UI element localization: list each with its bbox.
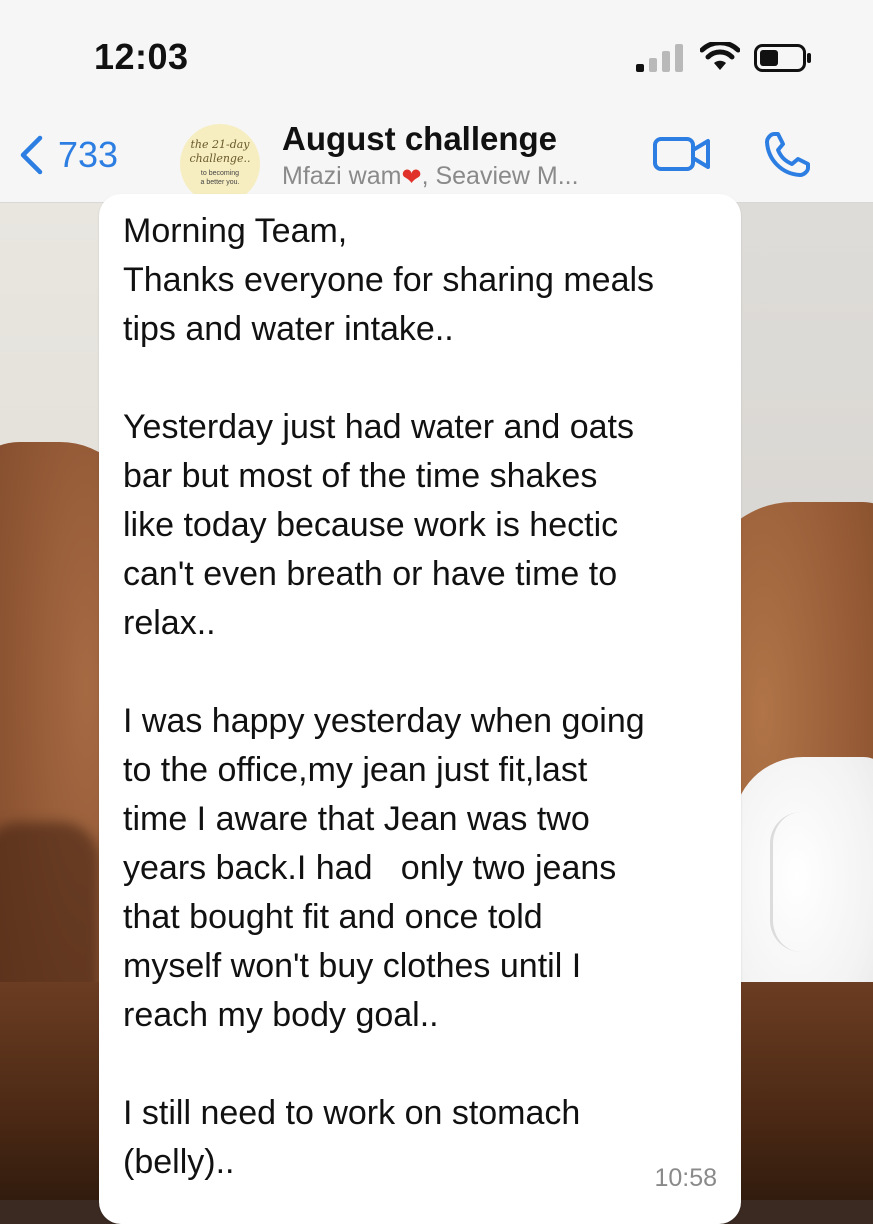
unread-count: 733 <box>58 134 119 175</box>
chevron-left-icon <box>20 135 43 175</box>
message-line: to the office,my jean just fit,last <box>123 751 588 789</box>
avatar-subtext-line2: a better you. <box>200 179 240 186</box>
message-line: myself won't buy clothes until I <box>123 947 582 985</box>
chat-title[interactable]: August challenge <box>282 120 557 158</box>
chat-header: 733 the 21-day challenge.. to becoming a… <box>0 110 873 204</box>
message-line: can't even breath or have time to <box>123 555 618 593</box>
subtitle-members-rest: , Seaview M... <box>421 162 579 190</box>
status-bar: 12:03 <box>0 0 873 110</box>
wallpaper-towel-fold <box>770 812 833 952</box>
chat-members-subtitle[interactable]: Mfazi wam❤, Seaview M... <box>282 162 579 192</box>
message-timestamp: 10:58 <box>654 1164 717 1192</box>
cellular-signal-icon <box>636 44 683 72</box>
wifi-icon <box>700 42 740 70</box>
message-line: Morning Team, <box>123 212 348 250</box>
avatar-subtext-line1: to becoming <box>200 170 240 177</box>
message-line: tips and water intake.. <box>123 310 454 348</box>
heart-emoji-icon: ❤ <box>401 164 422 191</box>
subtitle-member-1: Mfazi wam <box>282 162 402 190</box>
group-avatar[interactable]: the 21-day challenge.. to becoming a bet… <box>180 124 260 204</box>
message-line: time I aware that Jean was two <box>123 800 590 838</box>
message-line: Thanks everyone for sharing meals <box>123 261 655 299</box>
message-line: I was happy yesterday when going <box>123 702 645 740</box>
message-line: that bought fit and once told <box>123 898 543 936</box>
video-call-button[interactable] <box>652 134 712 174</box>
message-line: years back.I had only two jeans <box>123 849 617 887</box>
battery-icon <box>754 44 811 72</box>
voice-call-button[interactable] <box>762 130 812 180</box>
message-line: Yesterday just had water and oats <box>123 408 634 446</box>
message-bubble[interactable]: Morning Team, Thanks everyone for sharin… <box>99 194 741 1224</box>
avatar-text-line2: challenge.. <box>189 152 251 165</box>
message-line: like today because work is hectic <box>123 506 619 544</box>
back-button[interactable]: 733 <box>18 132 118 178</box>
message-line: reach my body goal.. <box>123 996 439 1034</box>
status-time: 12:03 <box>94 36 189 77</box>
video-call-icon <box>653 137 710 171</box>
message-line: I still need to work on stomach <box>123 1094 581 1132</box>
message-line: relax.. <box>123 604 216 642</box>
phone-icon <box>765 132 810 177</box>
avatar-text-line1: the 21-day <box>190 138 250 151</box>
message-line: (belly).. <box>123 1143 235 1181</box>
message-line: bar but most of the time shakes <box>123 457 598 495</box>
